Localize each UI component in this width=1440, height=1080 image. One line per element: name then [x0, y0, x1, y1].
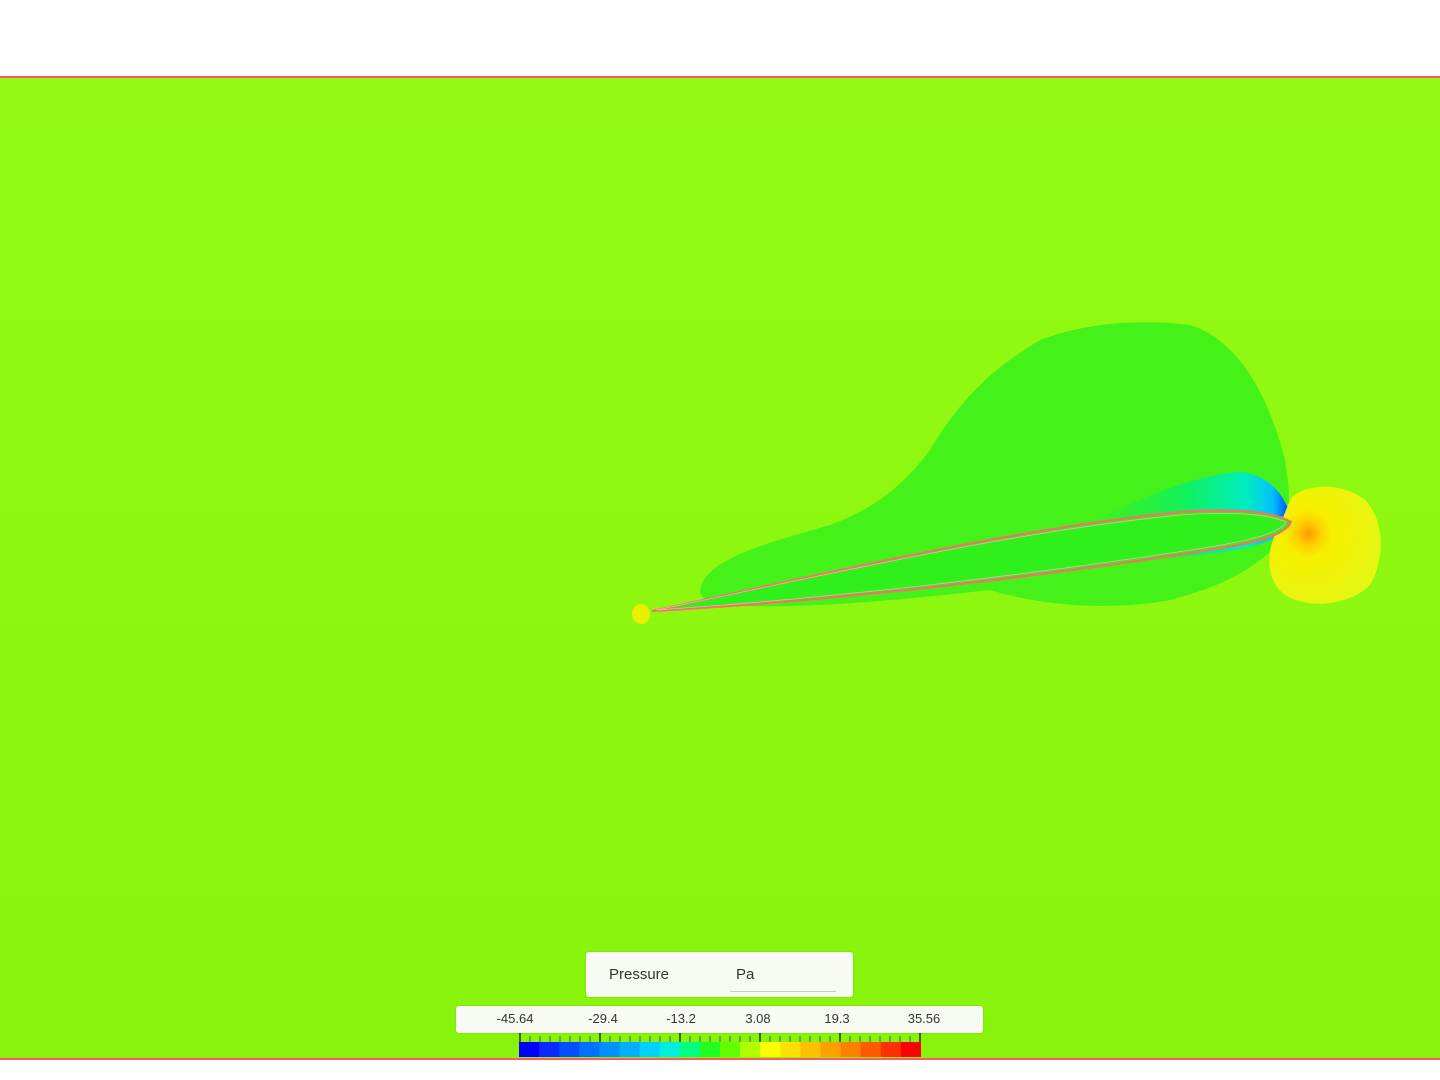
colorbar-segment: [639, 1042, 661, 1057]
colorbar-segment: [699, 1042, 721, 1057]
pressure-colorbar: [519, 1033, 921, 1057]
colorbar-segment: [519, 1042, 540, 1057]
page-background: [0, 0, 1440, 77]
colorbar-segment: [579, 1042, 600, 1057]
page-bottom-strip: [0, 1060, 1440, 1080]
colorbar-segment: [619, 1042, 641, 1057]
legend-title: Pressure: [609, 966, 670, 983]
colorbar-segment: [659, 1042, 681, 1057]
legend-scale-box: [456, 1006, 983, 1033]
colorbar-segment: [599, 1042, 620, 1057]
colorbar-segment: [900, 1042, 921, 1057]
colorbar-segment: [880, 1042, 902, 1057]
legend-unit: Pa: [736, 966, 755, 983]
colorbar-segment: [559, 1042, 580, 1057]
colorbar-segment: [820, 1042, 842, 1057]
colorbar-segment: [539, 1042, 560, 1057]
legend-title-box: Pressure Pa: [586, 952, 853, 997]
colorbar-segment: [860, 1042, 882, 1057]
colorbar-segment: [800, 1042, 821, 1057]
pressure-contour-plot: [0, 0, 1440, 1080]
colorbar-segment: [840, 1042, 862, 1057]
colorbar-segment: [780, 1042, 801, 1057]
trailing-edge-spot: [632, 604, 650, 624]
colorbar-segment: [679, 1042, 701, 1057]
legend-tick-label: -29.4: [588, 1011, 618, 1026]
legend-unit-underline: [730, 991, 836, 992]
legend-tick-label: 35.56: [907, 1011, 941, 1026]
legend-tick-label: 19.3: [824, 1011, 850, 1026]
legend-tick-label: 3.08: [745, 1011, 771, 1026]
simulation-viewport[interactable]: [0, 0, 1440, 1080]
colorbar-segment: [740, 1042, 761, 1057]
colorbar-segment: [720, 1042, 741, 1057]
legend-tick-label: -45.64: [496, 1011, 534, 1026]
colorbar-segment: [760, 1042, 781, 1057]
legend-tick-label: -13.2: [666, 1011, 696, 1026]
